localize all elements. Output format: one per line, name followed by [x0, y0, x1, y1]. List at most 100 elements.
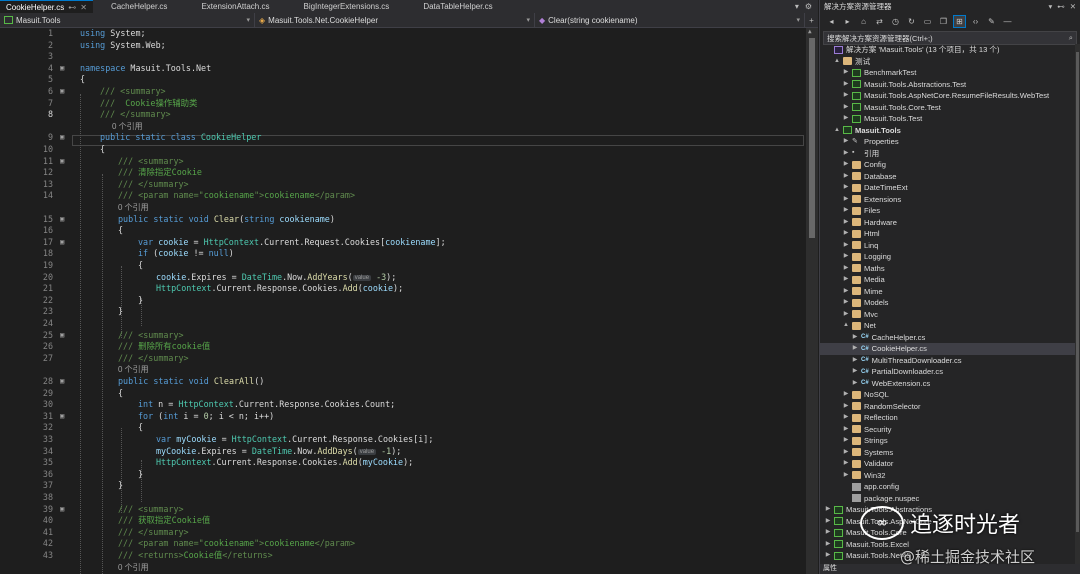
tree-node[interactable]: ▶ Masuit.Tools.Abstractions.Test: [820, 79, 1077, 91]
expand-arrow-icon[interactable]: ▲: [833, 56, 841, 68]
expand-arrow-icon[interactable]: ▶: [824, 527, 832, 539]
tree-node[interactable]: ▶ C# CookieHelper.cs: [820, 343, 1077, 355]
more-icon[interactable]: —: [1002, 16, 1013, 27]
tab-list-dropdown-icon[interactable]: ▾: [795, 2, 799, 11]
tree-node[interactable]: ▶ Masuit.Tools.Test: [820, 113, 1077, 125]
expand-arrow-icon[interactable]: ▶: [842, 470, 850, 482]
tab-bigintegerextensions[interactable]: BigIntegerExtensions.cs: [275, 0, 395, 13]
split-icon[interactable]: +: [805, 13, 818, 27]
expand-arrow-icon[interactable]: ▶: [842, 148, 850, 160]
fold-toggle-icon[interactable]: ▣: [60, 86, 68, 97]
expand-arrow-icon[interactable]: ▶: [842, 79, 850, 91]
fold-toggle-icon[interactable]: ▣: [60, 330, 68, 341]
fold-toggle-icon[interactable]: ▣: [60, 132, 68, 143]
tab-cachehelper[interactable]: CacheHelper.cs: [93, 0, 173, 13]
expand-arrow-icon[interactable]: ▶: [851, 343, 859, 355]
show-all-files-icon[interactable]: ❐: [938, 16, 949, 27]
expand-arrow-icon[interactable]: ▶: [842, 205, 850, 217]
tree-node[interactable]: ▶ Logging: [820, 251, 1077, 263]
fold-toggle-icon[interactable]: ▣: [60, 214, 68, 225]
tab-cookiehelper[interactable]: CookieHelper.cs ⊷ ✕: [0, 0, 93, 13]
expand-arrow-icon[interactable]: ▶: [842, 309, 850, 321]
expand-arrow-icon[interactable]: ▶: [851, 366, 859, 378]
tree-node[interactable]: ▶ Linq: [820, 240, 1077, 252]
expand-arrow-icon[interactable]: ▲: [833, 125, 841, 137]
tree-node[interactable]: ▲ Masuit.Tools: [820, 125, 1077, 137]
tree-node[interactable]: ▶ Strings: [820, 435, 1077, 447]
tree-node[interactable]: ▶ Extensions: [820, 194, 1077, 206]
expand-arrow-icon[interactable]: ▶: [851, 355, 859, 367]
tree-node[interactable]: ▶ Win32: [820, 470, 1077, 482]
fold-toggle-icon[interactable]: ▣: [60, 376, 68, 387]
tree-node[interactable]: ▶ Database: [820, 171, 1077, 183]
expand-arrow-icon[interactable]: ▶: [851, 332, 859, 344]
tree-node[interactable]: package.nuspec: [820, 493, 1077, 505]
tree-node[interactable]: ▶ Systems: [820, 447, 1077, 459]
pin-icon[interactable]: ⊷: [1057, 2, 1065, 11]
tree-node[interactable]: ▶ Html: [820, 228, 1077, 240]
tree-node[interactable]: ▶ BenchmarkTest: [820, 67, 1077, 79]
reference-count-lens[interactable]: 0 个引用: [112, 121, 143, 132]
scroll-up-icon[interactable]: ▲: [808, 28, 812, 35]
collapse-all-icon[interactable]: ▭: [922, 16, 933, 27]
tree-node[interactable]: ▶ C# WebExtension.cs: [820, 378, 1077, 390]
tab-datatablehelper[interactable]: DataTableHelper.cs: [395, 0, 498, 13]
close-icon[interactable]: ✕: [80, 3, 87, 12]
expand-arrow-icon[interactable]: ▶: [824, 550, 832, 562]
expand-arrow-icon[interactable]: ▶: [842, 263, 850, 275]
expand-arrow-icon[interactable]: ▲: [842, 320, 850, 332]
fold-toggle-icon[interactable]: ▣: [60, 156, 68, 167]
expand-arrow-icon[interactable]: ▶: [842, 217, 850, 229]
reference-count-lens[interactable]: 0 个引用: [118, 202, 149, 213]
settings-icon[interactable]: ⚙: [805, 2, 812, 11]
editor-vertical-scrollbar[interactable]: ▲: [806, 28, 818, 574]
reference-count-lens[interactable]: 0 个引用: [118, 562, 149, 573]
expand-arrow-icon[interactable]: ▶: [842, 182, 850, 194]
fold-toggle-icon[interactable]: ▣: [60, 411, 68, 422]
fold-toggle-icon[interactable]: ▣: [60, 504, 68, 515]
scrollbar-thumb[interactable]: [809, 38, 815, 238]
expand-arrow-icon[interactable]: ▶: [842, 389, 850, 401]
tree-node[interactable]: ▶ Masuit.Tools.AspNetCore.ResumeFileResul…: [820, 90, 1077, 102]
solution-search-input[interactable]: 搜索解决方案资源管理器(Ctrl+;) ⌕: [823, 31, 1077, 45]
expand-arrow-icon[interactable]: ▶: [842, 447, 850, 459]
expand-arrow-icon[interactable]: ▶: [842, 424, 850, 436]
expand-arrow-icon[interactable]: ▶: [842, 102, 850, 114]
pin-icon[interactable]: ⊷: [68, 3, 76, 12]
tree-node[interactable]: ▶ Masuit.Tools.Core.Test: [820, 102, 1077, 114]
code-text-area[interactable]: 1 using System; 2 using System.Web; 3 4 ▣ names…: [0, 28, 806, 574]
tab-extensionattach[interactable]: ExtensionAttach.cs: [173, 0, 275, 13]
tree-node[interactable]: ▶ Media: [820, 274, 1077, 286]
tree-node[interactable]: ▶ ✎ Properties: [820, 136, 1077, 148]
tree-node[interactable]: ▶ C# PartialDownloader.cs: [820, 366, 1077, 378]
tree-node[interactable]: ▶ ▪ 引用: [820, 148, 1077, 160]
expand-arrow-icon[interactable]: ▶: [842, 113, 850, 125]
tree-node[interactable]: ▶ Files: [820, 205, 1077, 217]
properties-wrench-icon[interactable]: ✎: [986, 16, 997, 27]
expand-arrow-icon[interactable]: ▶: [842, 136, 850, 148]
expand-arrow-icon[interactable]: ▶: [842, 228, 850, 240]
tree-node[interactable]: ▶ Mime: [820, 286, 1077, 298]
tree-node[interactable]: ▶ Validator: [820, 458, 1077, 470]
tree-node[interactable]: app.config: [820, 481, 1077, 493]
history-icon[interactable]: ◷: [890, 16, 901, 27]
view-files-icon[interactable]: ⊞: [953, 14, 966, 28]
refresh-icon[interactable]: ↻: [906, 16, 917, 27]
expand-arrow-icon[interactable]: ▶: [842, 274, 850, 286]
expand-arrow-icon[interactable]: ▶: [842, 435, 850, 447]
expand-arrow-icon[interactable]: ▶: [842, 412, 850, 424]
project-dropdown[interactable]: Masuit.Tools ▾: [0, 13, 255, 27]
expand-arrow-icon[interactable]: ▶: [824, 516, 832, 528]
home-icon[interactable]: ⌂: [858, 16, 869, 27]
close-icon[interactable]: ✕: [1070, 2, 1076, 11]
tree-node[interactable]: ▶ Models: [820, 297, 1077, 309]
tree-node[interactable]: ▲ Net: [820, 320, 1077, 332]
tree-node[interactable]: ▶ C# CacheHelper.cs: [820, 332, 1077, 344]
reference-count-lens[interactable]: 0 个引用: [118, 364, 149, 375]
expand-arrow-icon[interactable]: ▶: [842, 251, 850, 263]
solution-scrollbar[interactable]: [1075, 44, 1080, 564]
solution-root[interactable]: 解决方案 'Masuit.Tools' (13 个项目，共 13 个): [820, 44, 1070, 56]
expand-arrow-icon[interactable]: ▶: [842, 240, 850, 252]
tree-node[interactable]: ▲ 测试: [820, 56, 1077, 68]
sync-icon[interactable]: ⇄: [874, 16, 885, 27]
